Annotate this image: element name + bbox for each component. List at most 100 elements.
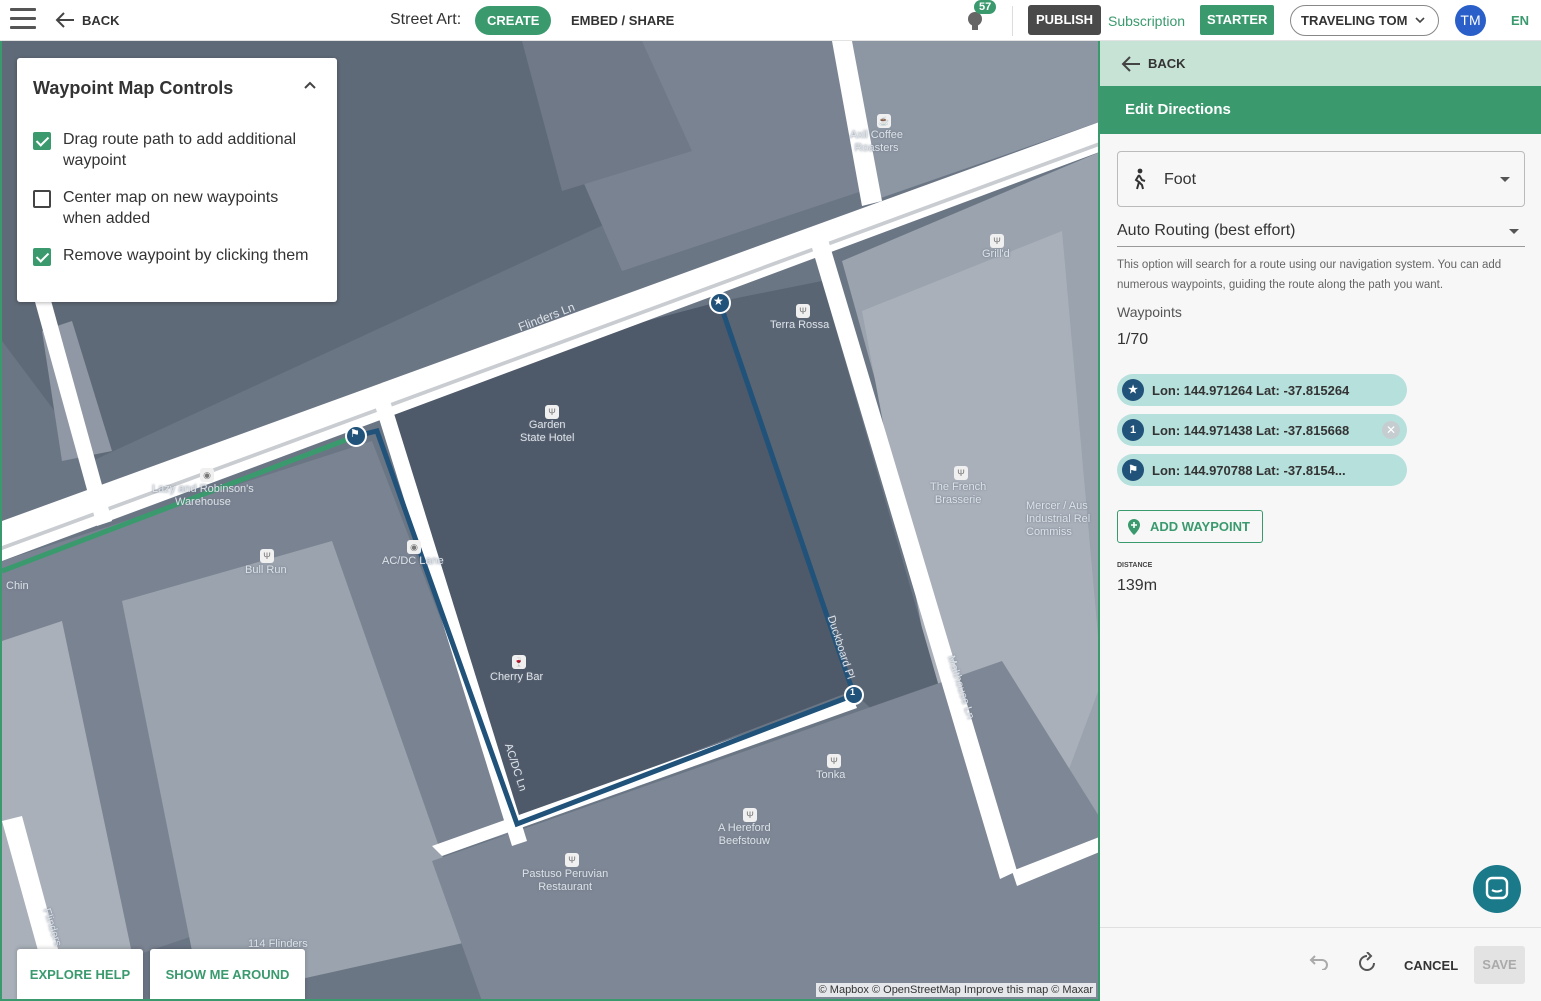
poi-cherry: Cherry Bar [490,671,544,683]
waypoint-coords: Lon: 144.971264 Lat: -37.815264 [1152,382,1350,398]
directions-panel: BACK Edit Directions Foot Auto Routing (… [1100,41,1541,1001]
controls-title: Waypoint Map Controls [33,78,234,98]
route-waypoint-1-marker[interactable]: 1 [850,687,855,697]
option-label: Center map on new waypoints when added [63,189,279,227]
poi-chin: Chin [6,580,29,592]
option-label: Drag route path to add additional waypoi… [63,131,297,169]
routing-value: Auto Routing (best effort) [1117,222,1296,239]
add-location-icon [1128,518,1140,535]
poi-icon: Ψ [545,405,559,419]
map-attribution[interactable]: © Mapbox © OpenStreetMap Improve this ma… [815,983,1096,997]
poi-french: The French Brasserie [930,481,987,506]
star-icon: ★ [1122,379,1144,401]
panel-back-button[interactable]: BACK [1100,41,1541,86]
waypoint-coords: Lon: 144.971438 Lat: -37.815668 [1152,422,1350,438]
waypoints-label: Waypoints [1117,304,1182,320]
routing-hint: This option will search for a route usin… [1117,259,1502,291]
poi-terra: Terra Rossa [770,319,830,331]
save-button[interactable]: SAVE [1474,946,1525,984]
waypoint-map-controls: Waypoint Map Controls Drag route path to… [17,58,337,302]
route-finish-marker[interactable]: ⚑ [350,427,360,440]
option-center-map[interactable]: Center map on new waypoints when added [33,187,313,229]
route-start-marker[interactable]: ★ [713,294,724,308]
create-button[interactable]: CREATE [475,6,552,35]
poi-axil: Axil Coffee Roasters [850,129,903,154]
chat-icon [1485,876,1509,900]
avatar[interactable]: TM [1455,5,1486,36]
poi-bull: Bull Run [245,564,287,576]
undo-icon[interactable] [1308,954,1330,970]
plan-button[interactable]: STARTER [1200,5,1275,35]
panel-back-label: BACK [1148,56,1186,71]
divider [1012,6,1013,36]
poi-lazy: Lazy and Robinson's Warehouse [152,483,254,508]
notification-badge: 57 [974,0,997,14]
waypoint-number: 1 [1122,419,1144,441]
close-icon[interactable]: ✕ [1382,421,1400,439]
chevron-up-icon[interactable] [303,80,317,90]
back-label: BACK [82,12,120,28]
panel-heading: Edit Directions [1100,86,1541,134]
poi-grill: Grill'd [982,248,1010,260]
waypoint-coords: Lon: 144.970788 Lat: -37.8154... [1152,462,1346,478]
language-selector[interactable]: EN [1511,13,1529,28]
subscription-link[interactable]: Subscription [1108,13,1185,29]
poi-icon: ◉ [200,468,214,482]
poi-icon: Ψ [990,234,1004,248]
waypoints-count: 1/70 [1117,331,1149,348]
option-drag-route[interactable]: Drag route path to add additional waypoi… [33,129,313,171]
poi-icon: Ψ [260,549,274,563]
checkbox-drag-route[interactable] [33,132,51,150]
walking-icon [1134,168,1146,190]
show-me-around-button[interactable]: SHOW ME AROUND [150,949,305,999]
add-waypoint-label: ADD WAYPOINT [1150,519,1250,534]
poi-icon: Ψ [954,466,968,480]
chevron-down-icon [1415,17,1425,24]
finish-flag-icon: ⚑ [1122,459,1144,481]
add-waypoint-button[interactable]: ADD WAYPOINT [1117,510,1263,543]
dropdown-arrow-icon [1509,229,1519,234]
waypoint-chip-finish[interactable]: ⚑ Lon: 144.970788 Lat: -37.8154... [1117,454,1407,486]
publish-button[interactable]: PUBLISH [1028,5,1102,35]
user-menu-button[interactable]: TRAVELING TOM [1290,5,1439,36]
back-button[interactable]: BACK [54,10,120,30]
menu-icon[interactable] [10,8,36,32]
arrow-left-icon [55,12,74,28]
panel-footer: CANCEL SAVE [1100,927,1541,1001]
routing-select[interactable]: Auto Routing (best effort) [1117,217,1525,247]
poi-hereford: A Hereford Beefstouw [718,822,771,847]
poi-pastuso: Pastuso Peruvian Restaurant [522,868,609,893]
poi-icon: Ψ [565,853,579,867]
map-canvas[interactable]: ★ 1 ⚑ Flinders Ln Duckboard Pl AC/DC Ln … [0,41,1100,1001]
chat-button[interactable] [1473,865,1521,913]
embed-share-link[interactable]: EMBED / SHARE [571,13,674,28]
poi-icon: 🍷 [512,655,526,669]
reset-icon[interactable] [1357,952,1377,972]
travel-mode-value: Foot [1164,171,1197,188]
distance-label: DISTANCE [1117,562,1153,569]
waypoint-chip-start[interactable]: ★ Lon: 144.971264 Lat: -37.815264 [1117,374,1407,406]
travel-mode-select[interactable]: Foot [1117,151,1525,207]
poi-icon: Ψ [743,808,757,822]
poi-icon: ◉ [407,540,421,554]
poi-acdc-lane: AC/DC Lane [382,555,444,567]
top-bar: BACK Street Art: CREATE EMBED / SHARE 57… [0,0,1541,41]
user-name: TRAVELING TOM [1301,13,1408,28]
arrow-left-icon [1121,55,1140,72]
poi-mercer: Mercer / Aus Industrial Rel Commiss [1026,500,1091,538]
checkbox-center-map[interactable] [33,190,51,208]
option-label: Remove waypoint by clicking them [63,247,309,264]
checkbox-remove-waypoint[interactable] [33,248,51,266]
app-label: Street Art: [390,11,462,28]
explore-help-button[interactable]: EXPLORE HELP [17,949,143,999]
poi-icon: Ψ [796,304,810,318]
distance-value: 139m [1117,577,1158,594]
option-remove-waypoint[interactable]: Remove waypoint by clicking them [33,245,313,266]
poi-tonka: Tonka [816,769,846,781]
dropdown-arrow-icon [1500,177,1510,182]
waypoint-chip-1[interactable]: 1 Lon: 144.971438 Lat: -37.815668 ✕ [1117,414,1407,446]
cancel-button[interactable]: CANCEL [1404,958,1458,973]
poi-icon: ☕ [877,114,891,128]
poi-garden: Garden State Hotel [520,419,575,444]
poi-icon: Ψ [827,754,841,768]
